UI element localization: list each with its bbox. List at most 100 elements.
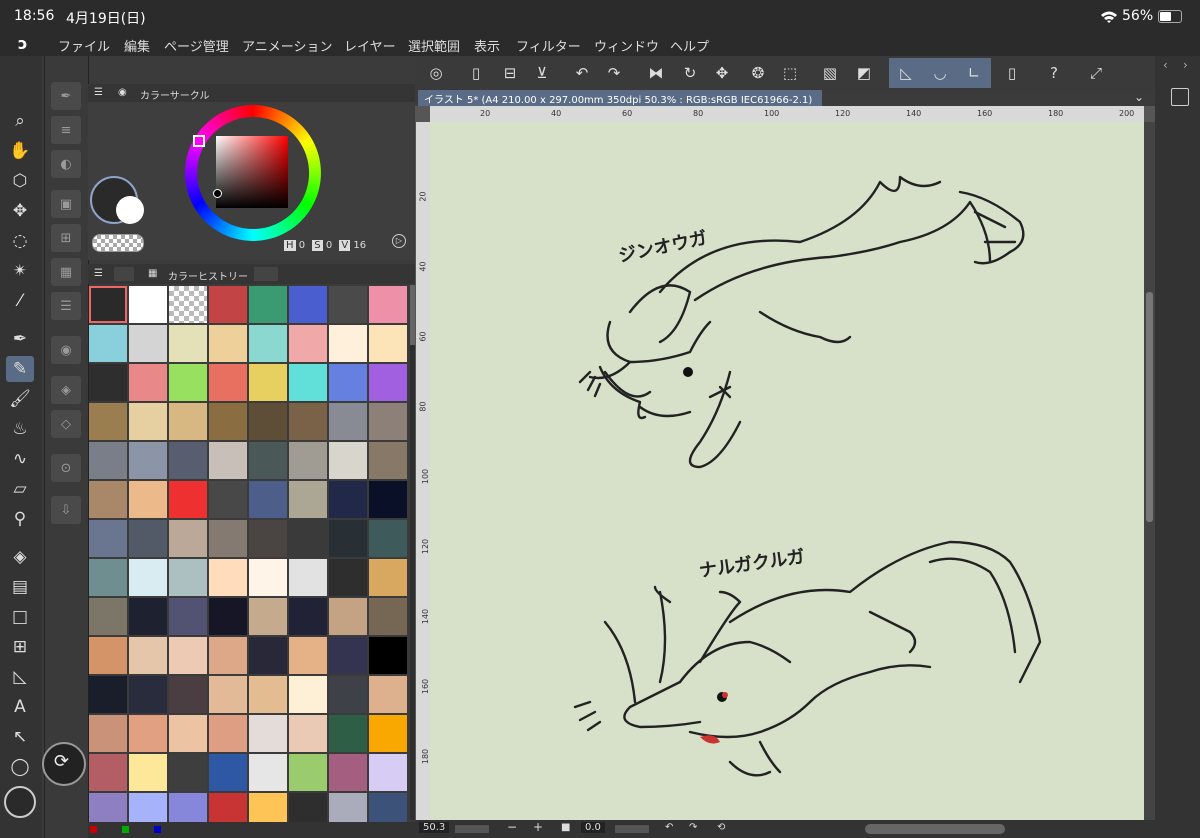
subtool-circle-icon[interactable]: ◉ [51,336,81,364]
color-swatch[interactable] [209,364,247,401]
chevron-left-icon[interactable]: ‹ [1163,58,1168,72]
subtool-settings-icon[interactable]: ≡ [51,116,81,144]
eyedropper-icon[interactable]: ⁄ [6,288,34,314]
drawing-canvas[interactable]: ジンオウガ ナルガクルガ [430,122,1144,820]
rotate-left-icon[interactable]: ↶ [665,822,673,833]
color-swatch[interactable] [169,481,207,518]
color-swatch[interactable] [369,715,407,752]
gradient-tool-icon[interactable]: ▤ [6,574,34,600]
color-swatch[interactable] [209,598,247,635]
color-swatch[interactable] [129,325,167,362]
color-swatch[interactable] [249,364,287,401]
color-swatch[interactable] [329,754,367,791]
color-swatch[interactable] [369,442,407,479]
rotate-icon[interactable]: ↻ [677,61,703,85]
color-swatch[interactable] [209,520,247,557]
color-swatch[interactable] [329,637,367,674]
menu-layer[interactable]: レイヤー [344,36,396,55]
color-swatch[interactable] [369,403,407,440]
subtool-stack-icon[interactable]: ◇ [51,410,81,438]
color-swatch[interactable] [209,676,247,713]
color-swatch[interactable] [329,325,367,362]
redo-icon[interactable]: ↷ [601,61,627,85]
blend-tool-icon[interactable]: ∿ [6,446,34,472]
color-swatch[interactable] [329,598,367,635]
subtool-import-icon[interactable]: ⇩ [51,496,81,524]
color-swatch[interactable] [169,364,207,401]
saturation-value-square[interactable] [216,136,288,208]
fill-selection-icon[interactable]: ◩ [851,61,877,85]
color-swatch[interactable] [169,403,207,440]
speech-tool-icon[interactable]: ◯ [6,754,34,780]
color-swatch[interactable] [89,598,127,635]
color-swatch[interactable] [249,520,287,557]
color-swatch[interactable] [289,442,327,479]
color-swatch[interactable] [89,403,127,440]
color-swatch[interactable] [329,481,367,518]
color-swatch[interactable] [129,520,167,557]
snap-special-icon[interactable]: ◡ [927,61,953,85]
fill-tool-icon[interactable]: ◈ [6,544,34,570]
color-swatch[interactable] [249,286,287,323]
color-swatch[interactable] [129,598,167,635]
color-swatch[interactable] [129,442,167,479]
color-swatch[interactable] [329,286,367,323]
color-swatch[interactable] [129,715,167,752]
subtool-film-icon[interactable]: ▦ [51,258,81,286]
transparent-color-swatch[interactable] [92,234,144,252]
color-swatch[interactable] [169,442,207,479]
subtool-pen-icon[interactable]: ✒ [51,82,81,110]
color-swatch[interactable] [89,520,127,557]
color-swatch[interactable] [369,286,407,323]
ruler-tool-icon[interactable]: ◺ [6,664,34,690]
color-swatch[interactable] [249,715,287,752]
color-swatch[interactable] [129,481,167,518]
color-swatch[interactable] [289,325,327,362]
history-tab-1-icon[interactable] [114,267,134,281]
color-swatch[interactable] [169,598,207,635]
color-swatch[interactable] [369,598,407,635]
fit-icon[interactable]: ■ [561,822,570,833]
color-swatch[interactable] [129,364,167,401]
object-tool-icon[interactable]: ⬡ [6,168,34,194]
color-swatch[interactable] [169,637,207,674]
color-swatch[interactable] [249,325,287,362]
help-icon[interactable]: ? [1041,61,1067,85]
color-swatch[interactable] [209,715,247,752]
zoom-slider[interactable] [455,825,489,833]
menu-filter[interactable]: フィルター [516,36,581,55]
color-swatch[interactable] [209,442,247,479]
color-swatch[interactable] [249,676,287,713]
color-swatch[interactable] [169,286,207,323]
menu-animation[interactable]: アニメーション [242,36,332,55]
color-swatch[interactable] [289,754,327,791]
app-logo-icon[interactable]: ↄ [18,34,27,53]
color-swatch[interactable] [249,598,287,635]
deselect-icon[interactable]: ⬚ [777,61,803,85]
transform-icon[interactable]: ✥ [709,61,735,85]
angle-value[interactable]: 0.0 [581,822,605,833]
color-swatch[interactable] [329,520,367,557]
color-swatch[interactable] [129,559,167,596]
hand-tool-icon[interactable]: ✋ [6,138,34,164]
color-swatch[interactable] [169,559,207,596]
color-swatch[interactable] [329,715,367,752]
clear-selection-icon[interactable]: ▧ [817,61,843,85]
new-file-icon[interactable]: ▯ [463,61,489,85]
color-swatch[interactable] [89,481,127,518]
color-swatch[interactable] [289,559,327,596]
color-swatch[interactable] [289,403,327,440]
color-swatch[interactable] [329,676,367,713]
figure-tool-icon[interactable]: □ [6,604,34,630]
angle-slider[interactable] [615,825,649,833]
undo-icon[interactable]: ↶ [569,61,595,85]
color-swatch[interactable] [209,403,247,440]
airbrush-tool-icon[interactable]: ♨ [6,416,34,442]
color-swatch[interactable] [129,676,167,713]
color-swatch[interactable] [209,754,247,791]
panel-toggle-icon[interactable] [1171,88,1189,106]
color-circle-tab-icon[interactable]: ◉ [118,87,127,98]
color-swatch[interactable] [249,559,287,596]
panel-menu-icon[interactable]: ☰ [94,87,103,98]
color-swatch[interactable] [249,754,287,791]
